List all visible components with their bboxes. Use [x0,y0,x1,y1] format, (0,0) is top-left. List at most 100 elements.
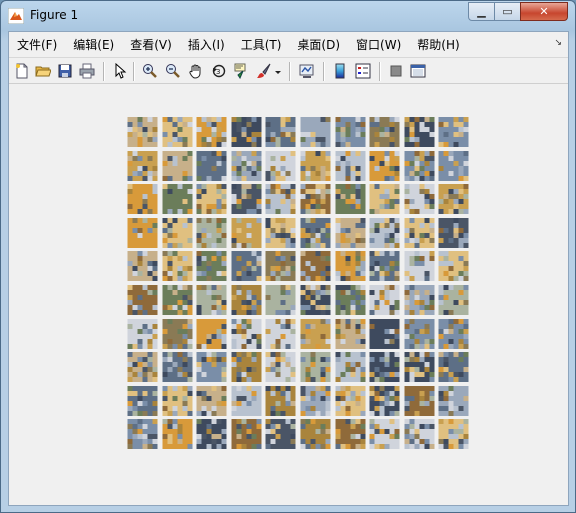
menu-help[interactable]: 帮助(H) [409,36,467,53]
image-tile [162,352,193,382]
image-tile [438,251,469,281]
data-cursor-icon[interactable] [233,62,251,80]
image-tile [335,117,366,147]
image-tile [335,251,366,281]
link-plot-icon[interactable] [298,62,316,80]
rotate-3d-icon[interactable]: 3 [210,62,228,80]
image-tile [335,386,366,416]
image-tile [438,285,469,315]
image-tile [369,218,400,248]
menu-view[interactable]: 查看(V) [122,36,180,53]
colorbar-icon[interactable] [331,62,349,80]
menu-edit[interactable]: 编辑(E) [65,36,122,53]
image-tile [127,319,158,349]
legend-icon[interactable] [354,62,372,80]
minimize-icon: ▁ [477,5,486,18]
image-tile [404,386,435,416]
image-tile [265,251,296,281]
menu-file[interactable]: 文件(F) [9,36,65,53]
image-tile [127,352,158,382]
new-figure-icon[interactable] [13,62,31,80]
image-tile [231,285,262,315]
image-tile [404,419,435,449]
image-tile [127,419,158,449]
menu-insert[interactable]: 插入(I) [180,36,233,53]
toolbar-separator [379,62,381,81]
figure-window: Figure 1 ▁ ▭ ✕ 文件(F) 编辑(E) 查看(V) 插入(I) 工… [0,0,576,513]
toolbar-separator [103,62,105,81]
image-tile [196,218,227,248]
image-tile [162,218,193,248]
image-tile [300,419,331,449]
image-tile [404,151,435,181]
image-tile [231,117,262,147]
image-tile [404,352,435,382]
image-tile [196,285,227,315]
svg-text:3: 3 [216,68,220,76]
hide-plot-tools-icon[interactable] [387,62,405,80]
image-tile [335,151,366,181]
image-tile [335,184,366,214]
show-plot-tools-icon[interactable] [409,62,427,80]
image-tile [196,419,227,449]
minimize-button[interactable]: ▁ [468,2,495,21]
image-tile [369,386,400,416]
image-tile [127,285,158,315]
image-tile [300,117,331,147]
image-tile [300,352,331,382]
edit-plot-arrow-icon[interactable] [111,62,129,80]
image-tile [369,285,400,315]
chevron-icon[interactable]: ↘ [554,38,562,48]
brush-dropdown-icon[interactable] [273,62,283,80]
zoom-out-icon[interactable] [164,62,182,80]
image-tile [127,117,158,147]
image-tile [231,319,262,349]
image-tile [404,117,435,147]
image-tile [265,285,296,315]
image-tile [335,218,366,248]
menu-bar: 文件(F) 编辑(E) 查看(V) 插入(I) 工具(T) 桌面(D) 窗口(W… [9,32,568,57]
image-tile [265,218,296,248]
menu-tools[interactable]: 工具(T) [233,36,290,53]
open-file-icon[interactable] [34,62,52,80]
image-tile [231,151,262,181]
image-tile [127,386,158,416]
image-tile [127,218,158,248]
image-tile [265,184,296,214]
image-tile [196,352,227,382]
image-tile [369,184,400,214]
figure-canvas[interactable] [9,85,568,505]
brush-icon[interactable] [255,62,273,80]
image-tile [162,184,193,214]
image-tile [335,352,366,382]
image-tile [265,419,296,449]
close-icon: ✕ [539,5,549,18]
image-tile [196,386,227,416]
maximize-icon: ▭ [502,5,513,18]
zoom-in-icon[interactable] [141,62,159,80]
window-title: Figure 1 [30,8,79,22]
image-tile [300,386,331,416]
title-bar[interactable]: Figure 1 ▁ ▭ ✕ [1,1,575,31]
image-tile [404,251,435,281]
menu-desktop[interactable]: 桌面(D) [289,36,348,53]
image-tile [231,184,262,214]
print-icon[interactable] [78,62,96,80]
image-tile [300,184,331,214]
close-button[interactable]: ✕ [520,2,568,21]
menu-window[interactable]: 窗口(W) [348,36,409,53]
image-tile [404,319,435,349]
pan-hand-icon[interactable] [187,62,205,80]
image-tile [438,319,469,349]
image-tile [369,419,400,449]
image-tile [438,419,469,449]
image-tile [369,251,400,281]
image-tile [231,386,262,416]
maximize-button[interactable]: ▭ [494,2,521,21]
image-tile [231,419,262,449]
image-tile [231,352,262,382]
figure-toolbar: 3 [9,57,568,84]
image-tile [335,285,366,315]
image-tile [196,151,227,181]
save-icon[interactable] [56,62,74,80]
